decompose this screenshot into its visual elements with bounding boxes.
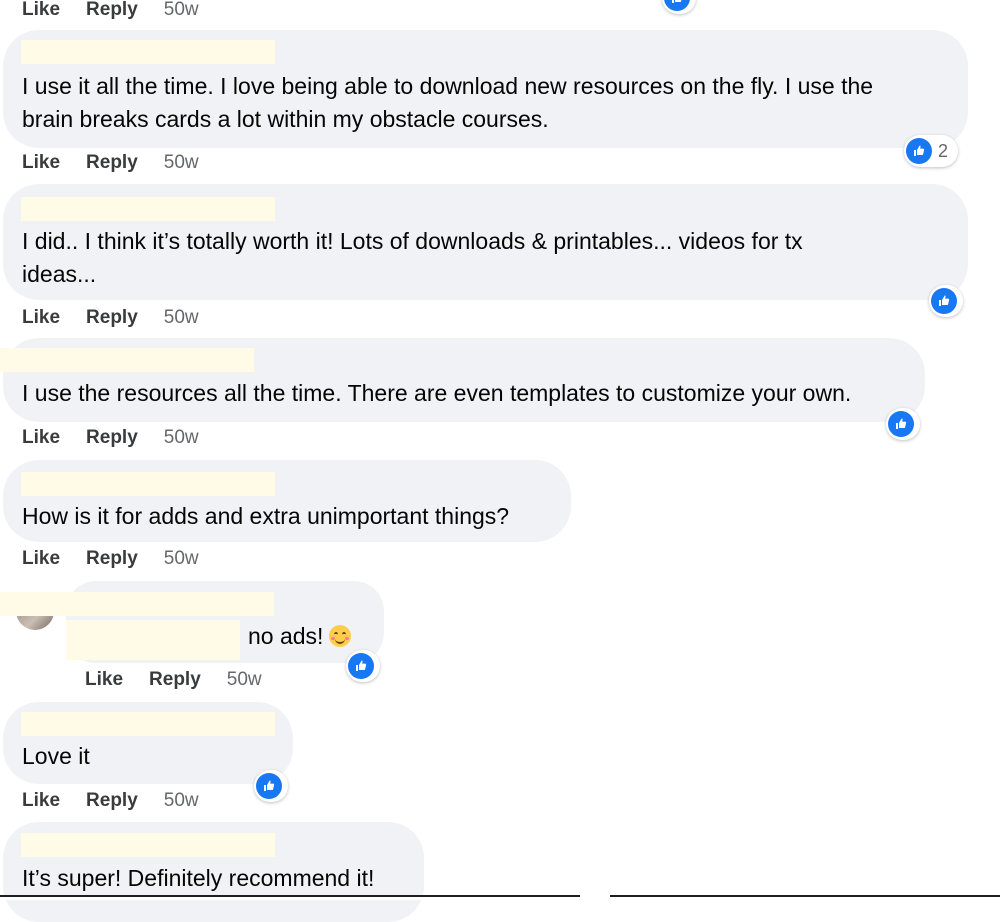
timestamp[interactable]: 50w (164, 790, 199, 812)
actions-row: Like Reply 50w (22, 788, 199, 814)
reaction-badge[interactable]: 2 (904, 135, 959, 167)
actions-row: Like Reply 50w (22, 305, 199, 331)
author-name-redacted[interactable] (21, 40, 275, 64)
author-name-redacted[interactable] (0, 592, 274, 616)
timestamp[interactable]: 50w (164, 548, 199, 570)
comment-text-line: I use the resources all the time. There … (22, 380, 852, 406)
reply-link[interactable]: Reply (86, 548, 138, 570)
thumbs-up-icon (664, 0, 690, 11)
actions-row-top: Like Reply 50w (22, 0, 199, 23)
like-link[interactable]: Like (22, 790, 60, 812)
reply-link[interactable]: Reply (86, 427, 138, 449)
reaction-count: 2 (938, 140, 949, 161)
thumbs-up-icon (888, 411, 914, 437)
reply-link[interactable]: Reply (149, 669, 201, 691)
author-name-redacted[interactable] (0, 348, 254, 372)
comment-text-line: How is it for adds and extra unimportant… (22, 503, 510, 529)
author-name-redacted[interactable] (21, 712, 275, 736)
actions-row: Like Reply 50w (22, 150, 199, 176)
comment-text-line: It’s super! Definitely recommend it! (22, 865, 375, 891)
comment-text-line: I did.. I think it’s totally worth it! L… (22, 228, 803, 254)
divider (610, 895, 1000, 897)
reply-link[interactable]: Reply (86, 152, 138, 174)
timestamp[interactable]: 50w (164, 307, 199, 329)
author-name-redacted[interactable] (21, 833, 275, 857)
thumbs-up-icon (906, 138, 932, 164)
author-name-redacted[interactable] (21, 472, 275, 496)
like-link[interactable]: Like (22, 152, 60, 174)
reply-link[interactable]: Reply (86, 307, 138, 329)
actions-row: Like Reply 50w (22, 546, 199, 572)
reaction-badge[interactable] (346, 650, 380, 682)
timestamp[interactable]: 50w (164, 427, 199, 449)
comment-text-line: Love it (22, 743, 90, 769)
reaction-badge[interactable] (886, 408, 920, 440)
reaction-badge[interactable] (929, 285, 963, 317)
reply-link[interactable]: Reply (86, 0, 138, 21)
divider (0, 895, 580, 897)
comment-text-line: no ads! (248, 620, 352, 653)
timestamp[interactable]: 50w (164, 152, 199, 174)
timestamp[interactable]: 50w (227, 669, 262, 691)
reply-link[interactable]: Reply (86, 790, 138, 812)
thumbs-up-icon (348, 653, 374, 679)
reaction-badge[interactable] (254, 770, 288, 802)
actions-row: Like Reply 50w (85, 667, 262, 693)
thumbs-up-icon (256, 773, 282, 799)
comment-text-line: I use it all the time. I love being able… (22, 73, 874, 99)
like-link[interactable]: Like (22, 0, 60, 21)
thumbs-up-icon (931, 288, 957, 314)
comment-text-line: brain breaks cards a lot within my obsta… (22, 106, 549, 132)
like-link[interactable]: Like (22, 307, 60, 329)
timestamp[interactable]: 50w (164, 0, 199, 21)
smiling-face-icon (329, 625, 352, 647)
like-link[interactable]: Like (85, 669, 123, 691)
reaction-badge[interactable] (662, 0, 696, 14)
comment-text-line: ideas... (22, 261, 97, 287)
like-link[interactable]: Like (22, 427, 60, 449)
mention-redacted[interactable] (66, 620, 240, 660)
author-name-redacted[interactable] (21, 197, 275, 221)
like-link[interactable]: Like (22, 548, 60, 570)
actions-row: Like Reply 50w (22, 425, 199, 451)
